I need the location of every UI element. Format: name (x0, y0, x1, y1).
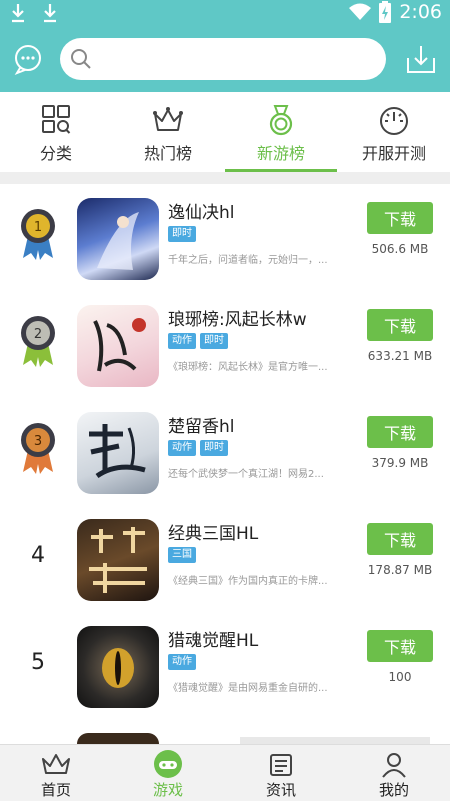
search-input[interactable] (98, 46, 372, 72)
medal-number: 2 (34, 327, 42, 342)
bronze-medal-icon: 3 (21, 423, 55, 474)
game-size: 178.87 MB (367, 563, 433, 577)
silver-medal-icon: 2 (21, 316, 55, 367)
medal-icon (269, 105, 293, 136)
game-tags: 动作 (168, 654, 196, 670)
nav-games[interactable]: 游戏 (112, 745, 224, 801)
fantasy-hero-artwork (97, 212, 139, 270)
app-icon[interactable] (77, 198, 159, 280)
game-tags: 即时 (168, 226, 196, 242)
wifi-icon (349, 3, 372, 20)
bottom-navigation: 首页 游戏 资讯 我的 (0, 744, 450, 801)
game-name: 楚留香hl (168, 417, 235, 437)
user-icon (382, 753, 406, 778)
grid-icon (42, 105, 71, 134)
tab-hot[interactable]: 热门榜 (112, 92, 224, 172)
app-icon[interactable] (77, 305, 159, 387)
download-icon (407, 46, 435, 73)
rank-number: 5 (31, 650, 45, 675)
download-manager-button[interactable] (404, 42, 438, 76)
nav-label: 首页 (40, 781, 71, 799)
game-tag: 三国 (168, 547, 196, 563)
game-description: 千年之后，问道者临，元始归一，... (168, 255, 328, 266)
chat-bubble-icon (14, 45, 41, 75)
download-notification-icon (44, 4, 56, 23)
gold-medal-icon: 1 (21, 209, 55, 260)
game-tags: 动作 即时 (168, 440, 228, 456)
download-button[interactable]: 下载 (367, 416, 433, 448)
game-list-item[interactable]: 3 楚留香hl 动作 即时 还每个武侠梦一个真江湖！网易2... 下载 379.… (0, 398, 450, 506)
medal-number: 1 (34, 220, 42, 235)
crown-icon (42, 754, 70, 774)
game-tag: 动作 (168, 654, 196, 670)
nav-home[interactable]: 首页 (0, 745, 112, 801)
category-tabs: 分类 热门榜 新游榜 开服开测 (0, 92, 450, 172)
download-button[interactable]: 下载 (367, 309, 433, 341)
game-description: 还每个武侠梦一个真江湖！网易2... (168, 469, 324, 480)
game-tag: 即时 (168, 226, 196, 242)
nav-news[interactable]: 资讯 (225, 745, 337, 801)
status-time: 2:06 (399, 1, 442, 23)
game-tag: 动作 (168, 440, 196, 456)
calligraphy-artwork (93, 318, 146, 372)
status-bar: 2:06 (0, 0, 450, 26)
game-tag: 动作 (168, 333, 196, 349)
game-list-item[interactable]: 2 琅琊榜:风起长林w 动作 即时 《琅琊榜：风起长林》是官方唯一... 下载 … (0, 291, 450, 399)
search-icon (71, 49, 91, 69)
search-bar[interactable] (60, 38, 386, 80)
game-tag: 即时 (200, 440, 228, 456)
game-size: 633.21 MB (367, 349, 433, 363)
tab-label: 新游榜 (256, 144, 305, 163)
top-bar (0, 26, 450, 92)
game-description: 《猎魂觉醒》是由网易重金自研的... (168, 683, 328, 694)
game-tags: 三国 (168, 547, 196, 563)
tab-server-open[interactable]: 开服开测 (338, 92, 450, 172)
game-tags: 动作 即时 (168, 333, 228, 349)
message-button[interactable] (12, 43, 44, 75)
game-description: 《经典三国》作为国内真正的卡牌... (168, 576, 328, 587)
game-tag: 即时 (200, 333, 228, 349)
game-list-item[interactable]: 5 猎魂觉醒HL 动作 《猎魂觉醒》是由网易重金自研的... 下载 100 (0, 612, 450, 720)
tab-category[interactable]: 分类 (0, 92, 112, 172)
game-name: 琅琊榜:风起长林w (168, 310, 307, 330)
rank-number: 4 (31, 543, 45, 568)
news-icon (270, 754, 292, 776)
tab-label: 热门榜 (143, 144, 192, 163)
game-list-item[interactable] (0, 719, 450, 744)
gamepad-icon (154, 750, 182, 778)
partially-visible-content (240, 737, 430, 744)
app-icon[interactable] (77, 626, 159, 708)
game-list-item[interactable]: 4 经典三国HL 三国 《经典三国》作为国内真正的卡牌... 下载 178.87… (0, 505, 450, 613)
crown-icon (153, 107, 183, 131)
medal-number: 3 (34, 434, 42, 449)
tab-label: 开服开测 (361, 144, 426, 163)
nav-label: 资讯 (265, 781, 296, 799)
section-divider (0, 172, 450, 184)
nav-mine[interactable]: 我的 (338, 745, 450, 801)
battery-charging-icon (379, 1, 392, 23)
game-size: 506.6 MB (371, 242, 429, 256)
dragon-eye-artwork (102, 648, 134, 688)
game-name: 猎魂觉醒HL (168, 631, 259, 651)
download-button[interactable]: 下载 (367, 630, 433, 662)
app-icon[interactable] (77, 733, 159, 744)
tab-label: 分类 (39, 144, 72, 163)
game-description: 《琅琊榜：风起长林》是官方唯一... (168, 362, 328, 373)
game-name: 经典三国HL (168, 524, 259, 544)
calligraphy-artwork (89, 424, 146, 479)
download-button[interactable]: 下载 (367, 202, 433, 234)
gauge-icon (380, 107, 408, 135)
nav-label: 游戏 (152, 781, 183, 799)
game-size: 100 (388, 670, 412, 684)
tab-new-games[interactable]: 新游榜 (225, 92, 337, 172)
game-size: 379.9 MB (371, 456, 429, 470)
app-icon[interactable] (77, 519, 159, 601)
nav-label: 我的 (378, 781, 409, 799)
game-name: 逸仙决hl (168, 203, 235, 223)
calligraphy-artwork (89, 527, 147, 593)
download-button[interactable]: 下载 (367, 523, 433, 555)
download-notification-icon (12, 4, 24, 23)
game-list-item[interactable]: 1 逸仙决hl 即时 千年之后，问道者临，元始归一，... 下载 506.6 M… (0, 184, 450, 292)
app-icon[interactable] (77, 412, 159, 494)
